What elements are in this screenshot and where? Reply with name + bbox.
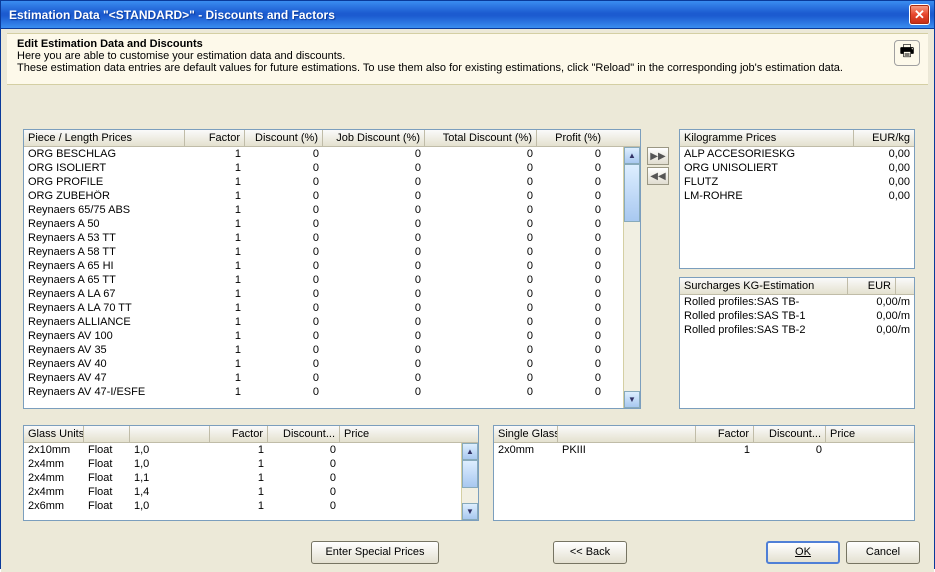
title-bar: Estimation Data "<STANDARD>" - Discounts… (1, 1, 934, 29)
cancel-button[interactable]: Cancel (846, 541, 920, 564)
table-row[interactable]: Reynaers 65/75 ABS10000 (24, 203, 623, 217)
col-gu3[interactable] (130, 426, 210, 442)
table-row[interactable]: Reynaers A 65 HI10000 (24, 259, 623, 273)
table-row[interactable]: Reynaers A LA 6710000 (24, 287, 623, 301)
table-row[interactable]: Rolled profiles:SAS TB-0,00/m (680, 295, 914, 309)
button-bar: Enter Special Prices << Back OK Cancel (1, 532, 934, 572)
table-row[interactable]: Rolled profiles:SAS TB-10,00/m (680, 309, 914, 323)
scroll-down-icon[interactable]: ▼ (624, 391, 640, 408)
table-row[interactable]: ORG ZUBEHÖR10000 (24, 189, 623, 203)
col-sg1[interactable]: Single Glass (494, 426, 558, 442)
table-row[interactable]: Reynaers AV 3510000 (24, 343, 623, 357)
table-row[interactable]: LM-ROHRE0,00 (680, 189, 914, 203)
close-button[interactable]: ✕ (909, 4, 930, 25)
table-row[interactable]: Reynaers A LA 70 TT10000 (24, 301, 623, 315)
col-totaldiscount[interactable]: Total Discount (%) (425, 130, 537, 146)
scroll-up-icon[interactable]: ▲ (462, 443, 478, 460)
print-button[interactable]: 🖶 (894, 40, 920, 66)
enter-special-prices-button[interactable]: Enter Special Prices (311, 541, 439, 564)
table-row[interactable]: Reynaers AV 4710000 (24, 371, 623, 385)
table-row[interactable]: ALP ACCESORIESKG0,00 (680, 147, 914, 161)
scroll-up-icon[interactable]: ▲ (624, 147, 640, 164)
kg-prices-panel: Kilogramme Prices EUR/kg ALP ACCESORIESK… (679, 129, 915, 269)
back-button[interactable]: << Back (553, 541, 627, 564)
col-gu2[interactable] (84, 426, 130, 442)
window-title: Estimation Data "<STANDARD>" - Discounts… (9, 8, 909, 22)
table-row[interactable]: Reynaers A 5010000 (24, 217, 623, 231)
info-band: Edit Estimation Data and Discounts Here … (7, 33, 928, 85)
table-row[interactable]: ORG UNISOLIERT0,00 (680, 161, 914, 175)
col-discount[interactable]: Discount (%) (245, 130, 323, 146)
table-row[interactable]: 2x4mmFloat1,410 (24, 485, 461, 499)
table-row[interactable]: 2x10mmFloat1,010 (24, 443, 461, 457)
table-row[interactable]: ORG PROFILE10000 (24, 175, 623, 189)
piece-scrollbar[interactable]: ▲ ▼ (623, 147, 640, 408)
col-sgfactor[interactable]: Factor (696, 426, 754, 442)
col-sur[interactable]: Surcharges KG-Estimation (680, 278, 848, 294)
table-row[interactable]: 2x0mmPKIII10 (494, 443, 914, 457)
col-jobdiscount[interactable]: Job Discount (%) (323, 130, 425, 146)
piece-length-panel: Piece / Length Prices Factor Discount (%… (23, 129, 641, 409)
col-kg[interactable]: Kilogramme Prices (680, 130, 854, 146)
col-gu1[interactable]: Glass Units (24, 426, 84, 442)
table-row[interactable]: Reynaers A 53 TT10000 (24, 231, 623, 245)
table-row[interactable]: Rolled profiles:SAS TB-20,00/m (680, 323, 914, 337)
glass-units-panel: Glass Units Factor Discount... Price 2x1… (23, 425, 479, 521)
single-glass-panel: Single Glass Factor Discount... Price 2x… (493, 425, 915, 521)
col-sg2[interactable] (558, 426, 696, 442)
glass-scrollbar[interactable]: ▲ ▼ (461, 443, 478, 520)
col-factor[interactable]: Factor (185, 130, 245, 146)
col-profit[interactable]: Profit (%) (537, 130, 605, 146)
info-line1: Here you are able to customise your esti… (17, 50, 918, 62)
col-eurkg[interactable]: EUR/kg (854, 130, 914, 146)
table-row[interactable]: FLUTZ0,00 (680, 175, 914, 189)
table-row[interactable]: 2x6mmFloat1,010 (24, 499, 461, 513)
scroll-thumb[interactable] (624, 164, 640, 222)
table-row[interactable]: Reynaers ALLIANCE10000 (24, 315, 623, 329)
scroll-thumb[interactable] (462, 460, 478, 488)
table-row[interactable]: ORG ISOLIERT10000 (24, 161, 623, 175)
move-left-button[interactable]: ◀◀ (647, 167, 669, 185)
col-piece[interactable]: Piece / Length Prices (24, 130, 185, 146)
surcharges-panel: Surcharges KG-Estimation EUR Rolled prof… (679, 277, 915, 409)
move-right-button[interactable]: ▶▶ (647, 147, 669, 165)
col-sgdisc[interactable]: Discount... (754, 426, 826, 442)
col-gudisc[interactable]: Discount... (268, 426, 340, 442)
col-gufactor[interactable]: Factor (210, 426, 268, 442)
table-row[interactable]: Reynaers AV 10010000 (24, 329, 623, 343)
col-sgprice[interactable]: Price (826, 426, 914, 442)
printer-icon: 🖶 (899, 40, 914, 67)
info-heading: Edit Estimation Data and Discounts (17, 38, 918, 50)
table-row[interactable]: Reynaers A 58 TT10000 (24, 245, 623, 259)
col-sur-extra[interactable] (896, 278, 914, 294)
dialog-window: Estimation Data "<STANDARD>" - Discounts… (0, 0, 935, 569)
table-row[interactable]: Reynaers AV 47-I/ESFE10000 (24, 385, 623, 399)
info-line2: These estimation data entries are defaul… (17, 62, 918, 74)
table-row[interactable]: Reynaers A 65 TT10000 (24, 273, 623, 287)
ok-button[interactable]: OK (766, 541, 840, 564)
table-row[interactable]: 2x4mmFloat1,010 (24, 457, 461, 471)
table-row[interactable]: Reynaers AV 4010000 (24, 357, 623, 371)
table-row[interactable]: 2x4mmFloat1,110 (24, 471, 461, 485)
scroll-down-icon[interactable]: ▼ (462, 503, 478, 520)
table-row[interactable]: ORG BESCHLAG10000 (24, 147, 623, 161)
col-eur[interactable]: EUR (848, 278, 896, 294)
col-guprice[interactable]: Price (340, 426, 478, 442)
